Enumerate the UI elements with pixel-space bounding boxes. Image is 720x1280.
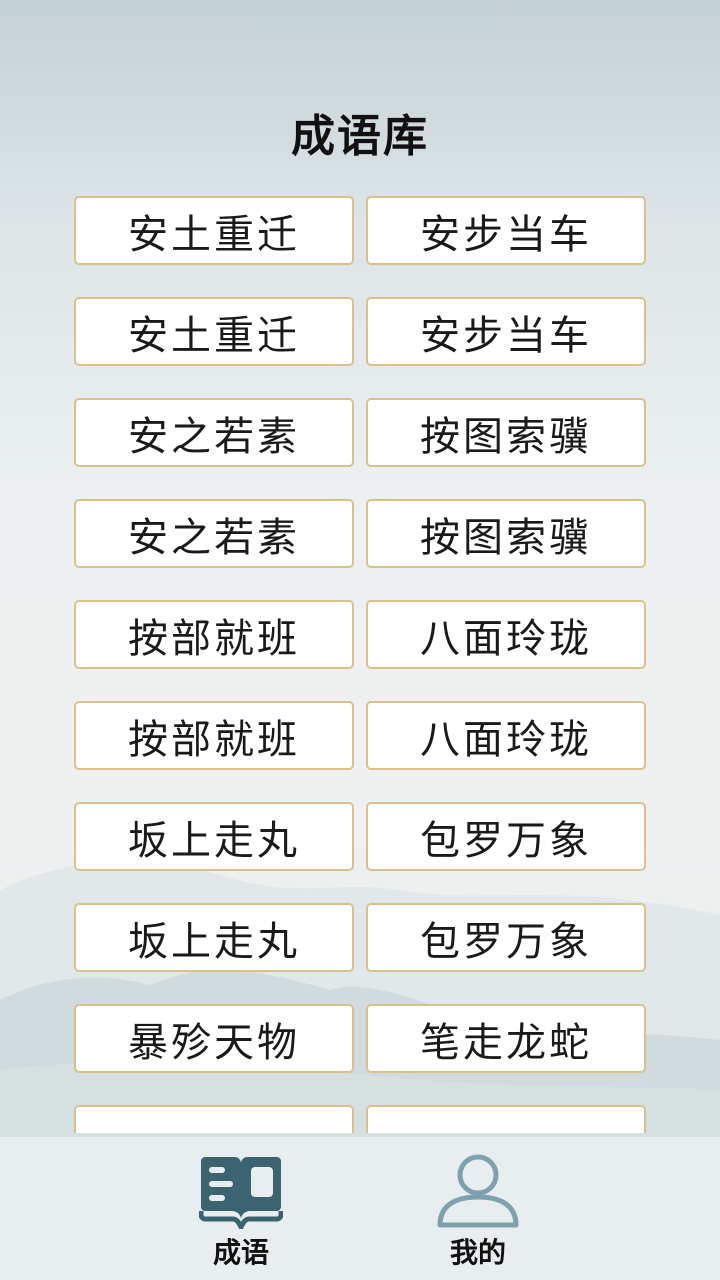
idiom-card[interactable]: 按图索骥 [366, 398, 646, 467]
tab-mine-label: 我的 [449, 1236, 506, 1269]
idiom-card[interactable] [74, 1105, 354, 1133]
idiom-card[interactable]: 八面玲珑 [366, 600, 646, 669]
user-icon [437, 1154, 519, 1228]
idiom-card[interactable]: 安之若素 [74, 499, 354, 568]
idiom-card[interactable]: 包罗万象 [366, 903, 646, 972]
idiom-card[interactable] [366, 1105, 646, 1133]
tab-idioms-label: 成语 [212, 1236, 269, 1269]
book-icon [199, 1157, 283, 1229]
idiom-list[interactable]: 安土重迁 安步当车 安土重迁 安步当车 安之若素 按图索骥 安之若素 按图索骥 按部就班 八面玲珑… [0, 196, 720, 1133]
idiom-card[interactable]: 安土重迁 [74, 196, 354, 265]
idiom-card[interactable]: 安土重迁 [74, 297, 354, 366]
idiom-card[interactable]: 安步当车 [366, 297, 646, 366]
idiom-card[interactable]: 坂上走丸 [74, 802, 354, 871]
bottom-tab-bar: 成语 我的 [0, 1137, 720, 1280]
tab-mine[interactable]: 我的 [388, 1137, 568, 1280]
idiom-card[interactable]: 暴殄天物 [74, 1004, 354, 1073]
idiom-card[interactable]: 坂上走丸 [74, 903, 354, 972]
idiom-card[interactable]: 包罗万象 [366, 802, 646, 871]
idiom-card[interactable]: 笔走龙蛇 [366, 1004, 646, 1073]
idiom-card[interactable]: 安之若素 [74, 398, 354, 467]
idiom-card[interactable]: 按图索骥 [366, 499, 646, 568]
idiom-card[interactable]: 按部就班 [74, 701, 354, 770]
idiom-card[interactable]: 安步当车 [366, 196, 646, 265]
page-title: 成语库 [291, 111, 429, 162]
idiom-card[interactable]: 按部就班 [74, 600, 354, 669]
idiom-card[interactable]: 八面玲珑 [366, 701, 646, 770]
idiom-grid: 安土重迁 安步当车 安土重迁 安步当车 安之若素 按图索骥 安之若素 按图索骥 按部就班 八面玲珑… [74, 196, 646, 1133]
tab-idioms[interactable]: 成语 [151, 1137, 331, 1280]
